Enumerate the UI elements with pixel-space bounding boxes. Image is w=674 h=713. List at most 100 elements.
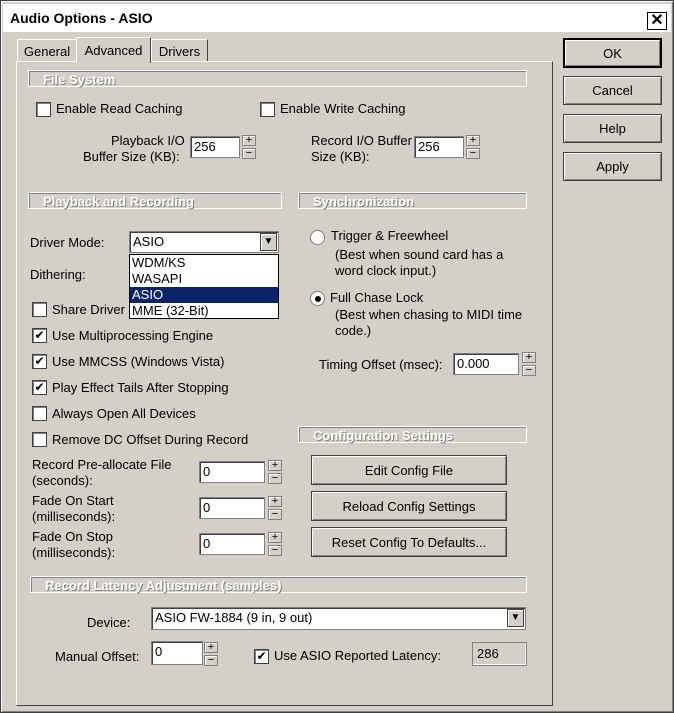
decrement-icon[interactable]: − (268, 509, 282, 520)
configuration-header: Configuration Settings (298, 426, 527, 443)
radio-selected-dot (314, 295, 321, 302)
device-label: Device: (87, 615, 131, 630)
decrement-icon[interactable]: − (268, 473, 282, 484)
decrement-icon[interactable]: − (204, 655, 218, 666)
decrement-icon[interactable]: − (242, 148, 256, 159)
fade-stop-label-2: (milliseconds): (32, 545, 116, 560)
decrement-icon[interactable]: − (522, 365, 536, 376)
full-chase-lock-radio[interactable] (310, 291, 325, 306)
effect-tails-label: Play Effect Tails After Stopping (52, 380, 229, 395)
apply-button[interactable]: Apply (563, 152, 662, 181)
fade-start-label-1: Fade On Start (32, 493, 114, 508)
reported-latency-value: 286 (472, 642, 527, 666)
write-caching-checkbox[interactable] (260, 102, 275, 117)
multiprocessing-label: Use Multiprocessing Engine (52, 328, 214, 343)
ok-button[interactable]: OK (563, 38, 662, 68)
reload-config-button[interactable]: Reload Config Settings (311, 491, 507, 521)
preallocate-label-1: Record Pre-allocate File (32, 457, 172, 472)
increment-icon[interactable]: + (268, 496, 282, 507)
fade-stop-input[interactable]: 0 (199, 533, 265, 555)
record-buffer-stepper[interactable]: + − (466, 135, 480, 159)
record-buffer-input[interactable]: 256 (414, 136, 464, 158)
driver-mode-select[interactable]: ASIO ▼ (129, 231, 279, 253)
decrement-icon[interactable]: − (268, 545, 282, 556)
trigger-desc-1: (Best when sound card has a (335, 247, 504, 262)
fade-start-label-2: (milliseconds): (32, 509, 116, 524)
trigger-freewheel-label: Trigger & Freewheel (331, 228, 449, 243)
trigger-freewheel-radio[interactable] (310, 230, 325, 245)
timing-offset-input[interactable]: 0.000 (453, 353, 519, 375)
manual-offset-stepper[interactable]: + − (204, 642, 218, 666)
audio-options-window: Audio Options - ASIO ✕ General Advanced … (0, 0, 674, 713)
chevron-down-icon[interactable]: ▼ (260, 233, 277, 251)
dc-offset-label: Remove DC Offset During Record (52, 432, 249, 447)
tab-general[interactable]: General (17, 39, 77, 62)
playback-buffer-label-1: Playback I/O (111, 133, 185, 148)
increment-icon[interactable]: + (466, 135, 480, 146)
manual-offset-label: Manual Offset: (55, 649, 140, 664)
playback-buffer-input[interactable]: 256 (190, 136, 240, 158)
timing-offset-stepper[interactable]: + − (522, 352, 536, 376)
write-caching-label: Enable Write Caching (280, 101, 406, 116)
preallocate-input[interactable]: 0 (199, 461, 265, 483)
title-bar: Audio Options - ASIO ✕ (3, 4, 671, 32)
fade-start-stepper[interactable]: + − (268, 496, 282, 520)
mmcss-label: Use MMCSS (Windows Vista) (52, 354, 225, 369)
chevron-down-icon[interactable]: ▼ (507, 609, 524, 627)
tab-drivers[interactable]: Drivers (151, 39, 208, 62)
dithering-label: Dithering: (30, 267, 86, 282)
cancel-button[interactable]: Cancel (563, 76, 662, 105)
edit-config-button[interactable]: Edit Config File (311, 455, 507, 485)
tab-advanced[interactable]: Advanced (76, 37, 151, 63)
driver-option-wdmks[interactable]: WDM/KS (130, 255, 278, 271)
synchronization-header: Synchronization (298, 192, 527, 209)
increment-icon[interactable]: + (268, 460, 282, 471)
read-caching-checkbox[interactable] (36, 102, 51, 117)
device-select[interactable]: ASIO FW-1884 (9 in, 9 out) ▼ (151, 607, 526, 630)
driver-mode-label: Driver Mode: (30, 235, 105, 250)
driver-option-asio[interactable]: ASIO (130, 287, 278, 303)
close-button[interactable]: ✕ (647, 12, 667, 30)
open-all-devices-label: Always Open All Devices (52, 406, 196, 421)
driver-option-wasapi[interactable]: WASAPI (130, 271, 278, 287)
window-title: Audio Options - ASIO (10, 10, 153, 26)
driver-mode-dropdown: WDM/KS WASAPI ASIO MME (32-Bit) (129, 254, 279, 319)
increment-icon[interactable]: + (268, 532, 282, 543)
increment-icon[interactable]: + (522, 352, 536, 363)
preallocate-stepper[interactable]: + − (268, 460, 282, 484)
preallocate-label-2: (seconds): (32, 473, 93, 488)
fade-stop-stepper[interactable]: + − (268, 532, 282, 556)
latency-header: Record Latency Adjustment (samples) (30, 576, 527, 593)
dc-offset-checkbox[interactable] (32, 432, 47, 447)
reset-config-button[interactable]: Reset Config To Defaults... (311, 527, 507, 557)
playback-buffer-stepper[interactable]: + − (242, 135, 256, 159)
fade-start-input[interactable]: 0 (199, 497, 265, 519)
record-buffer-label-2: Size (KB): (311, 149, 370, 164)
fade-stop-label-1: Fade On Stop (32, 529, 113, 544)
driver-mode-value: ASIO (133, 234, 165, 249)
playback-recording-header: Playback and Recording (28, 192, 282, 209)
read-caching-label: Enable Read Caching (56, 101, 183, 116)
effect-tails-checkbox[interactable]: ✔ (32, 380, 47, 395)
increment-icon[interactable]: + (204, 642, 218, 653)
share-drivers-checkbox[interactable] (32, 302, 47, 317)
open-all-devices-checkbox[interactable] (32, 406, 47, 421)
multiprocessing-checkbox[interactable]: ✔ (32, 328, 47, 343)
full-chase-desc-2: code.) (335, 323, 372, 338)
trigger-desc-2: word clock input.) (335, 263, 437, 278)
use-asio-latency-checkbox[interactable]: ✔ (254, 649, 269, 664)
driver-option-mme[interactable]: MME (32-Bit) (130, 303, 278, 319)
device-value: ASIO FW-1884 (9 in, 9 out) (155, 610, 313, 625)
increment-icon[interactable]: + (242, 135, 256, 146)
manual-offset-input[interactable]: 0 (151, 641, 203, 665)
timing-offset-label: Timing Offset (msec): (319, 357, 443, 372)
playback-buffer-label-2: Buffer Size (KB): (83, 149, 180, 164)
mmcss-checkbox[interactable]: ✔ (32, 354, 47, 369)
record-buffer-label-1: Record I/O Buffer (311, 133, 412, 148)
use-asio-latency-label: Use ASIO Reported Latency: (274, 648, 441, 663)
share-drivers-label: Share Driver (52, 302, 125, 317)
full-chase-lock-label: Full Chase Lock (330, 290, 424, 305)
full-chase-desc-1: (Best when chasing to MIDI time (335, 307, 523, 322)
help-button[interactable]: Help (563, 114, 662, 143)
decrement-icon[interactable]: − (466, 148, 480, 159)
